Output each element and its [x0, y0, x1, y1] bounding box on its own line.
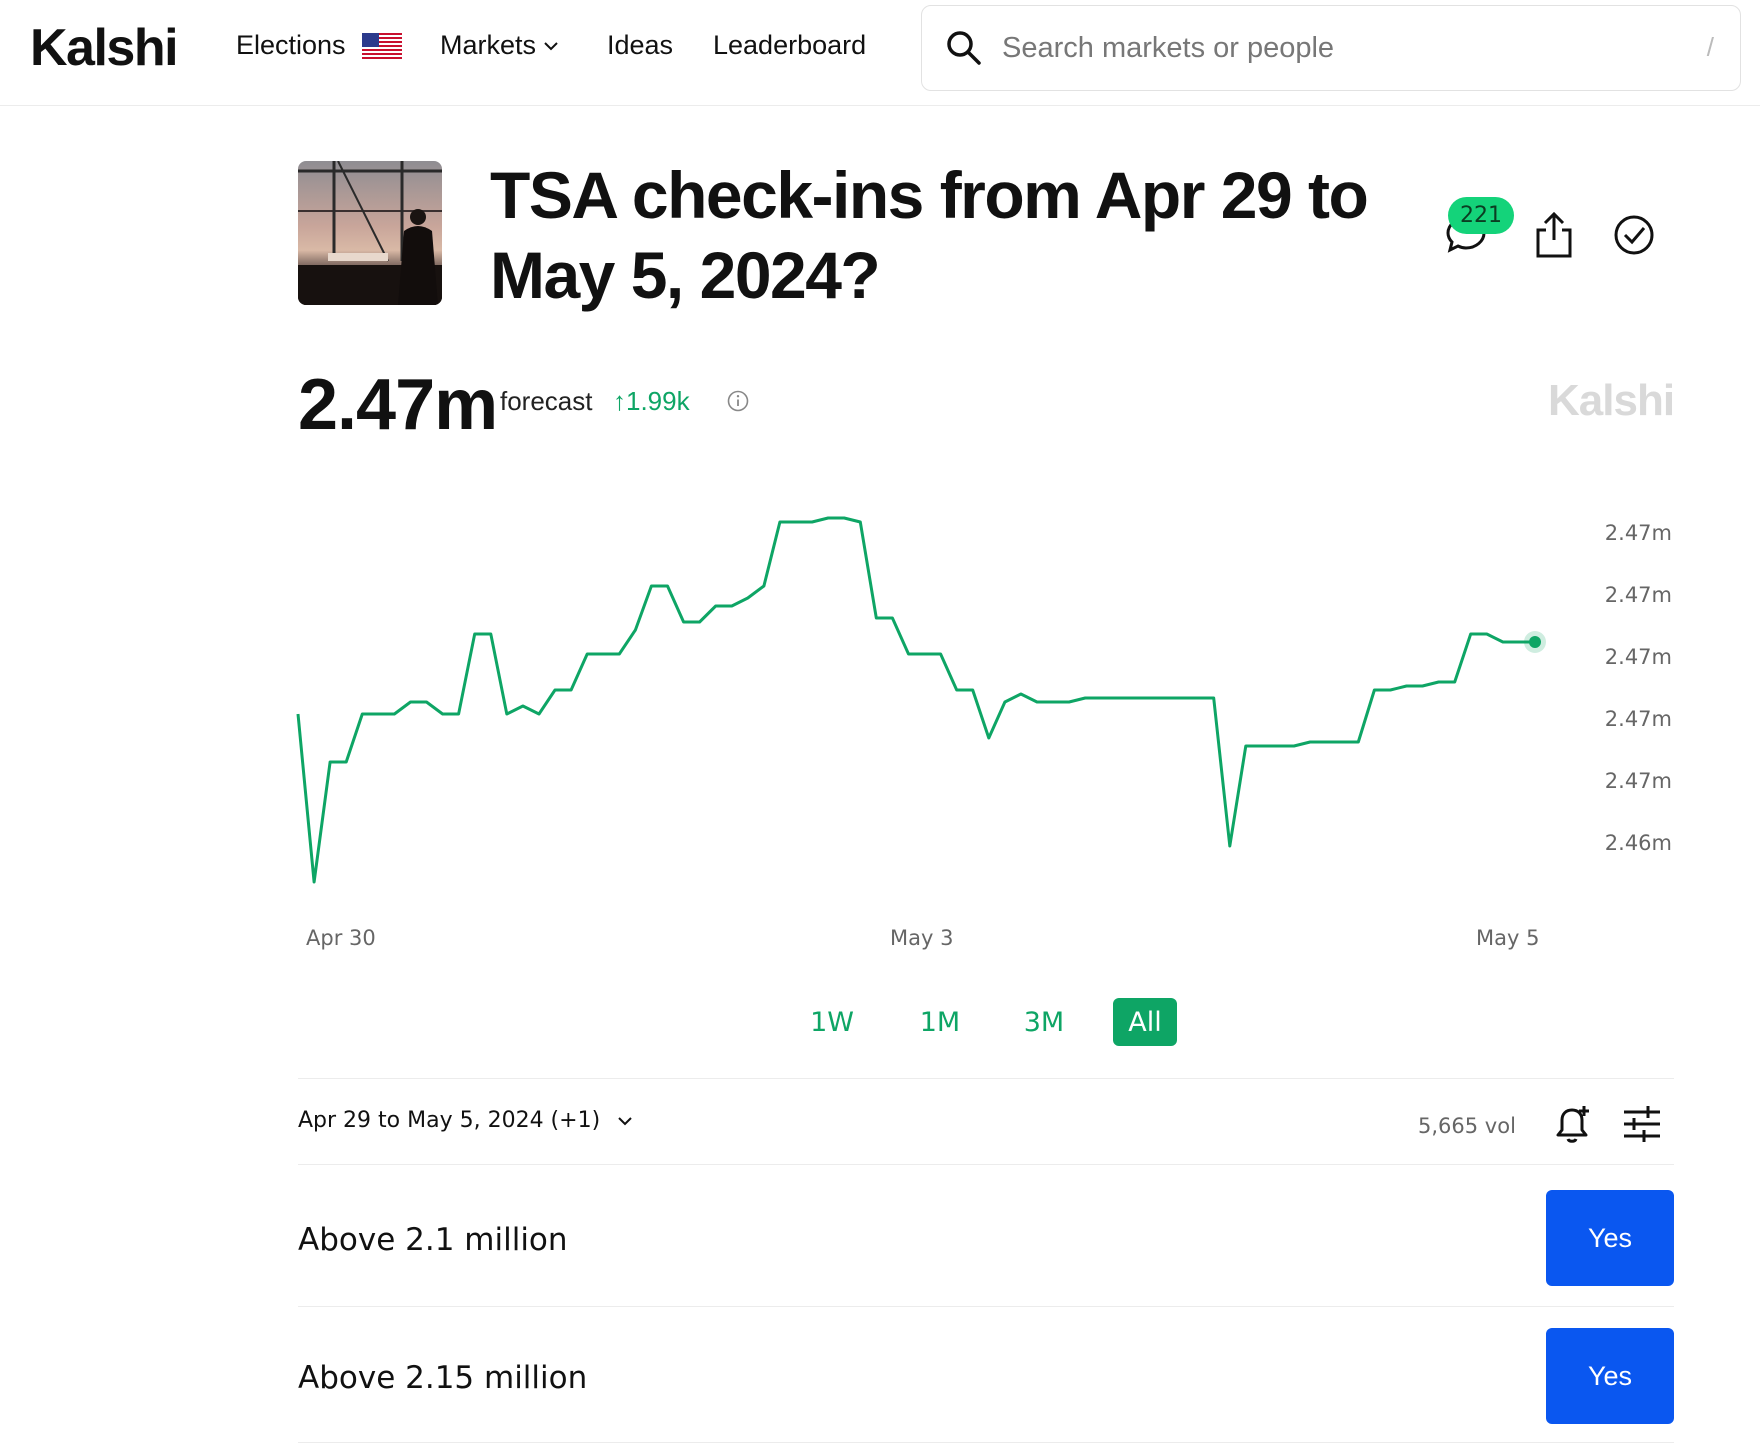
- bell-plus-icon[interactable]: [1550, 1102, 1594, 1146]
- y-tick-label: 2.46m: [1605, 831, 1672, 855]
- yes-button[interactable]: Yes: [1546, 1190, 1674, 1286]
- nav-elections-label: Elections: [236, 30, 346, 60]
- y-tick-label: 2.47m: [1605, 769, 1672, 793]
- search-icon[interactable]: [944, 28, 984, 68]
- yes-button[interactable]: Yes: [1546, 1328, 1674, 1424]
- tab-1w[interactable]: 1W: [802, 998, 862, 1046]
- kalshi-watermark: Kalshi: [1548, 376, 1675, 425]
- outcome-row: Above 2.1 million Yes: [298, 1190, 1674, 1286]
- nav-ideas[interactable]: Ideas: [607, 30, 673, 61]
- forecast-series-line: [296, 516, 1535, 884]
- divider: [298, 1442, 1674, 1443]
- x-tick-label: Apr 30: [306, 926, 376, 950]
- volume-label: 5,665 vol: [1418, 1114, 1516, 1138]
- outcome-label: Above 2.15 million: [298, 1360, 588, 1396]
- last-point-marker[interactable]: [1529, 636, 1541, 648]
- tab-all[interactable]: All: [1113, 998, 1177, 1046]
- us-flag-icon: [361, 32, 402, 59]
- chevron-down-icon: [618, 1116, 632, 1125]
- check-circle-icon[interactable]: [1612, 213, 1656, 257]
- y-tick-label: 2.47m: [1605, 645, 1672, 669]
- info-icon[interactable]: [726, 389, 750, 413]
- nav-leaderboard[interactable]: Leaderboard: [713, 30, 866, 61]
- market-thumbnail: [298, 161, 442, 305]
- market-title: TSA check-ins from Apr 29 to May 5, 2024…: [490, 158, 1369, 312]
- y-tick-label: 2.47m: [1605, 583, 1672, 607]
- y-tick-label: 2.47m: [1605, 521, 1672, 545]
- tab-1m[interactable]: 1M: [908, 998, 972, 1046]
- comment-count-badge: 221: [1448, 197, 1514, 234]
- kalshi-logo[interactable]: Kalshi: [30, 18, 179, 78]
- nav-markets-label: Markets: [440, 30, 537, 60]
- nav-elections[interactable]: Elections: [236, 30, 402, 61]
- date-range-label: Apr 29 to May 5, 2024 (+1): [298, 1108, 601, 1133]
- time-range-tabs: 1W 1M 3M All: [0, 998, 1760, 1046]
- forecast-label: forecast: [500, 386, 593, 416]
- top-navigation-bar: Kalshi Elections Markets Ideas Leaderboa…: [0, 0, 1760, 106]
- y-tick-label: 2.47m: [1605, 707, 1672, 731]
- outcome-row: Above 2.15 million Yes: [298, 1328, 1674, 1424]
- search-shortcut-hint: /: [1706, 32, 1714, 62]
- x-tick-label: May 5: [1476, 926, 1539, 950]
- date-range-selector[interactable]: Apr 29 to May 5, 2024 (+1): [298, 1108, 634, 1133]
- divider: [298, 1164, 1674, 1165]
- airport-window-image: [298, 161, 442, 305]
- forecast-change: ↑1.99k: [613, 386, 690, 416]
- chevron-down-icon: [544, 41, 558, 50]
- share-icon[interactable]: [1532, 210, 1576, 260]
- forecast-value: 2.47m: [298, 365, 498, 445]
- x-tick-label: May 3: [890, 926, 953, 950]
- outcome-label: Above 2.1 million: [298, 1222, 568, 1258]
- tab-3m[interactable]: 3M: [1012, 998, 1076, 1046]
- nav-markets[interactable]: Markets: [440, 30, 560, 61]
- divider: [298, 1078, 1674, 1079]
- filter-sliders-icon[interactable]: [1620, 1104, 1664, 1144]
- search-box: /: [921, 5, 1741, 91]
- forecast-line-chart[interactable]: 2.47m 2.47m 2.47m 2.47m 2.47m 2.46m Apr 30 May …: [290, 470, 1690, 960]
- search-input[interactable]: [1002, 31, 1662, 65]
- divider: [298, 1306, 1674, 1307]
